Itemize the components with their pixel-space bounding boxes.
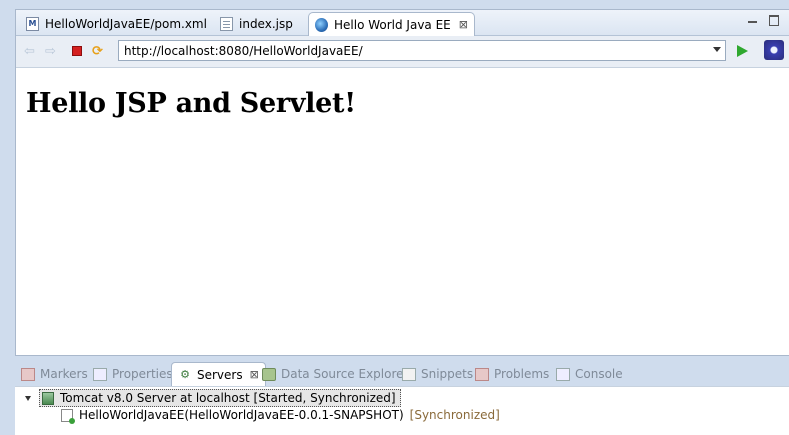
page-heading: Hello JSP and Servlet! [26,88,356,119]
servers-view: Tomcat v8.0 Server at localhost [Started… [15,386,789,435]
tab-snippets[interactable]: Snippets [402,362,473,386]
maximize-icon[interactable] [769,15,779,26]
module-tree-item[interactable]: HelloWorldJavaEE(HelloWorldJavaEE-0.0.1-… [61,408,500,424]
tab-hello-world-java-ee[interactable]: Hello World Java EE ⊠ [308,12,475,36]
tab-markers[interactable]: Markers [21,362,88,386]
globe-icon [315,17,328,32]
chevron-down-icon[interactable] [713,47,721,52]
console-icon [556,367,570,381]
tab-label: Console [575,367,623,381]
server-icon [42,391,54,405]
tab-label: Data Source Explorer [281,367,409,381]
tab-label: Servers [197,367,243,382]
properties-icon [93,367,107,381]
module-label: HelloWorldJavaEE(HelloWorldJavaEE-0.0.1-… [79,408,404,422]
tab-index-jsp[interactable]: index.jsp [214,12,299,35]
tab-label: index.jsp [239,16,293,31]
eclipse-icon[interactable] [764,40,784,60]
tab-label: Properties [112,367,173,381]
stop-icon[interactable] [72,46,82,56]
url-input[interactable]: http://localhost:8080/HelloWorldJavaEE/ [118,40,726,61]
server-label: Tomcat v8.0 Server at localhost [Started… [60,391,396,405]
tab-label: Markers [40,367,88,381]
module-status: [Synchronized] [409,408,500,422]
server-tree-item[interactable]: Tomcat v8.0 Server at localhost [Started… [25,389,401,407]
close-icon[interactable]: ⊠ [250,368,259,381]
problems-icon [475,367,489,381]
bottom-panel-tabs: Markers Properties ⚙ Servers ⊠ Data Sour… [15,362,789,386]
tab-data-source-explorer[interactable]: Data Source Explorer [262,362,408,386]
tab-label: Hello World Java EE [334,17,451,32]
editor-tab-bar: M HelloWorldJavaEE/pom.xml index.jsp Hel… [16,10,789,36]
tab-pom-xml[interactable]: M HelloWorldJavaEE/pom.xml [20,12,213,35]
tab-label: Problems [494,367,550,381]
refresh-icon[interactable]: ⟳ [92,45,103,58]
browser-toolbar: ⇦ ⇨ ⟳ http://localhost:8080/HelloWorldJa… [16,36,789,68]
go-icon[interactable] [737,45,748,57]
data-source-icon [262,367,276,381]
browser-editor: M HelloWorldJavaEE/pom.xml index.jsp Hel… [15,9,789,356]
expand-arrow-icon[interactable] [25,395,31,401]
url-text: http://localhost:8080/HelloWorldJavaEE/ [124,43,363,58]
maven-pom-icon: M [26,16,39,31]
back-arrow-icon[interactable]: ⇦ [24,45,35,58]
tab-problems[interactable]: Problems [475,362,549,386]
snippets-icon [402,367,416,381]
tab-servers[interactable]: ⚙ Servers ⊠ [171,362,266,386]
forward-arrow-icon[interactable]: ⇨ [45,45,56,58]
server-entry[interactable]: Tomcat v8.0 Server at localhost [Started… [39,389,401,407]
tab-properties[interactable]: Properties [93,362,173,386]
tab-label: Snippets [421,367,474,381]
file-icon [220,16,233,31]
close-icon[interactable]: ⊠ [459,18,468,31]
servers-icon: ⚙ [180,368,190,381]
tab-label: HelloWorldJavaEE/pom.xml [45,16,207,31]
minimize-icon[interactable] [748,21,757,23]
window-controls [748,15,779,26]
module-icon [61,408,75,424]
markers-icon [21,367,35,381]
tab-console[interactable]: Console [556,362,623,386]
